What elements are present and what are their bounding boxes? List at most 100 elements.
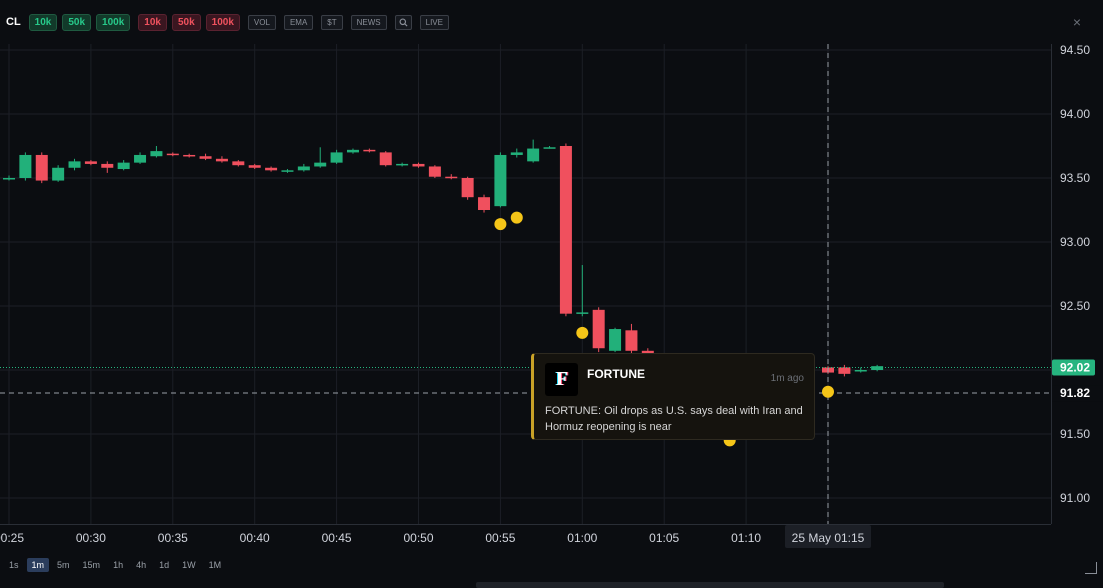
candle-body xyxy=(232,161,245,166)
candle-body xyxy=(117,162,130,170)
timeframe-15m[interactable]: 15m xyxy=(78,558,106,572)
news-marker xyxy=(510,211,523,224)
time-tick-label: 00:45 xyxy=(322,531,352,545)
plot-area xyxy=(0,44,1051,524)
candle-body xyxy=(346,149,359,153)
candle-body xyxy=(19,154,32,178)
chart-toolbar: CL 10k 50k 100k 10k 50k 100k VOL EMA $T … xyxy=(0,0,1103,44)
time-tick-label: 01:10 xyxy=(731,531,761,545)
time-tick-label: 00:40 xyxy=(240,531,270,545)
ticker-toggle[interactable]: $T xyxy=(321,14,343,30)
time-tick-label: 00:25 xyxy=(0,531,24,545)
sell-100k-button[interactable]: 100k xyxy=(205,13,240,31)
candle-body xyxy=(101,163,114,168)
candle-body xyxy=(428,166,441,177)
price-tick-label: 92.50 xyxy=(1060,299,1090,313)
candle-body xyxy=(3,178,15,180)
timeframe-bar: 1s 1m 5m 15m 1h 4h 1d 1W 1M xyxy=(4,558,229,572)
price-tick-label: 91.50 xyxy=(1060,427,1090,441)
news-marker xyxy=(822,385,834,398)
candle-body xyxy=(150,151,163,157)
news-marker xyxy=(576,326,589,339)
candle-body xyxy=(215,158,228,162)
time-tick-label: 01:00 xyxy=(567,531,597,545)
candle-body xyxy=(379,152,392,166)
crosshair-price-label: 91.82 xyxy=(1060,386,1090,400)
timeframe-5m[interactable]: 5m xyxy=(52,558,75,572)
candle-body xyxy=(297,166,310,171)
buy-10k-button[interactable]: 10k xyxy=(28,13,58,31)
candle-body xyxy=(265,167,278,171)
candle-body xyxy=(330,152,343,163)
chart-grid xyxy=(0,44,1052,525)
candle-body xyxy=(592,309,605,349)
price-chart[interactable]: 94.5094.0093.5093.0092.5092.0091.5091.00… xyxy=(0,44,1103,556)
buy-100k-button[interactable]: 100k xyxy=(96,13,131,31)
candle-body xyxy=(576,312,589,314)
candle-body xyxy=(412,163,425,167)
price-tick-label: 93.00 xyxy=(1060,235,1090,249)
vol-toggle[interactable]: VOL xyxy=(247,14,276,30)
sell-50k-button[interactable]: 50k xyxy=(171,13,201,31)
timeframe-1h[interactable]: 1h xyxy=(108,558,128,572)
news-toggle[interactable]: NEWS xyxy=(350,14,387,30)
horizontal-scrollbar[interactable] xyxy=(476,582,944,588)
candle-body xyxy=(396,163,409,166)
price-tick-label: 93.50 xyxy=(1060,171,1090,185)
candle-body xyxy=(35,154,48,181)
candle-body xyxy=(559,146,572,314)
candle-body xyxy=(52,167,65,181)
timeframe-1W[interactable]: 1W xyxy=(177,558,201,572)
candle-body xyxy=(363,149,376,152)
candle-body xyxy=(478,197,491,210)
candle-body xyxy=(68,161,81,168)
sell-10k-button[interactable]: 10k xyxy=(138,13,167,31)
search-button[interactable] xyxy=(394,14,412,30)
search-icon xyxy=(399,17,408,27)
time-tick-label: 00:55 xyxy=(485,531,515,545)
candle-body xyxy=(248,165,261,168)
timeframe-1m[interactable]: 1m xyxy=(26,558,50,572)
timeframe-4h[interactable]: 4h xyxy=(131,558,151,572)
time-tick-label: 00:30 xyxy=(76,531,106,545)
time-tick-label: 01:05 xyxy=(649,531,679,545)
candle-body xyxy=(166,153,179,156)
buy-50k-button[interactable]: 50k xyxy=(62,13,92,31)
candle-body xyxy=(494,154,507,207)
candle-body xyxy=(625,330,638,351)
candle-body xyxy=(445,176,458,179)
news-time: 1m ago xyxy=(770,373,804,384)
candle-body xyxy=(871,366,884,370)
candle-body xyxy=(314,162,327,167)
candle-body xyxy=(838,367,851,374)
price-tick-label: 91.00 xyxy=(1060,491,1090,505)
timeframe-1d[interactable]: 1d xyxy=(154,558,174,572)
candle-body xyxy=(183,154,196,157)
ema-toggle[interactable]: EMA xyxy=(283,14,314,30)
news-headline: FORTUNE: Oil drops as U.S. says deal wit… xyxy=(545,405,803,433)
candle-body xyxy=(543,147,556,149)
fortune-logo: F xyxy=(545,363,578,396)
candle-body xyxy=(199,156,212,159)
news-marker xyxy=(494,218,507,231)
resize-handle-icon[interactable] xyxy=(1085,562,1097,574)
news-popup[interactable]: F FORTUNE 1m ago FORTUNE: Oil drops as U… xyxy=(531,353,815,440)
last-price-label: 92.02 xyxy=(1060,360,1090,374)
candle-body xyxy=(134,154,147,163)
candle-body xyxy=(84,161,97,164)
price-tick-label: 94.50 xyxy=(1060,44,1090,57)
candle-body xyxy=(527,148,540,162)
candle-body xyxy=(854,370,867,372)
live-button[interactable]: LIVE xyxy=(419,14,449,30)
timeframe-1s[interactable]: 1s xyxy=(4,558,24,572)
symbol-label[interactable]: CL xyxy=(6,16,21,28)
time-tick-label: 00:50 xyxy=(403,531,433,545)
candle-body xyxy=(461,178,474,198)
time-tick-label: 00:35 xyxy=(158,531,188,545)
candle-body xyxy=(281,170,294,172)
candle-body xyxy=(510,152,523,155)
crosshair-time-label: 25 May 01:15 xyxy=(792,531,865,545)
close-icon[interactable]: × xyxy=(1073,14,1081,30)
timeframe-1M[interactable]: 1M xyxy=(204,558,227,572)
candle-body xyxy=(609,329,622,351)
